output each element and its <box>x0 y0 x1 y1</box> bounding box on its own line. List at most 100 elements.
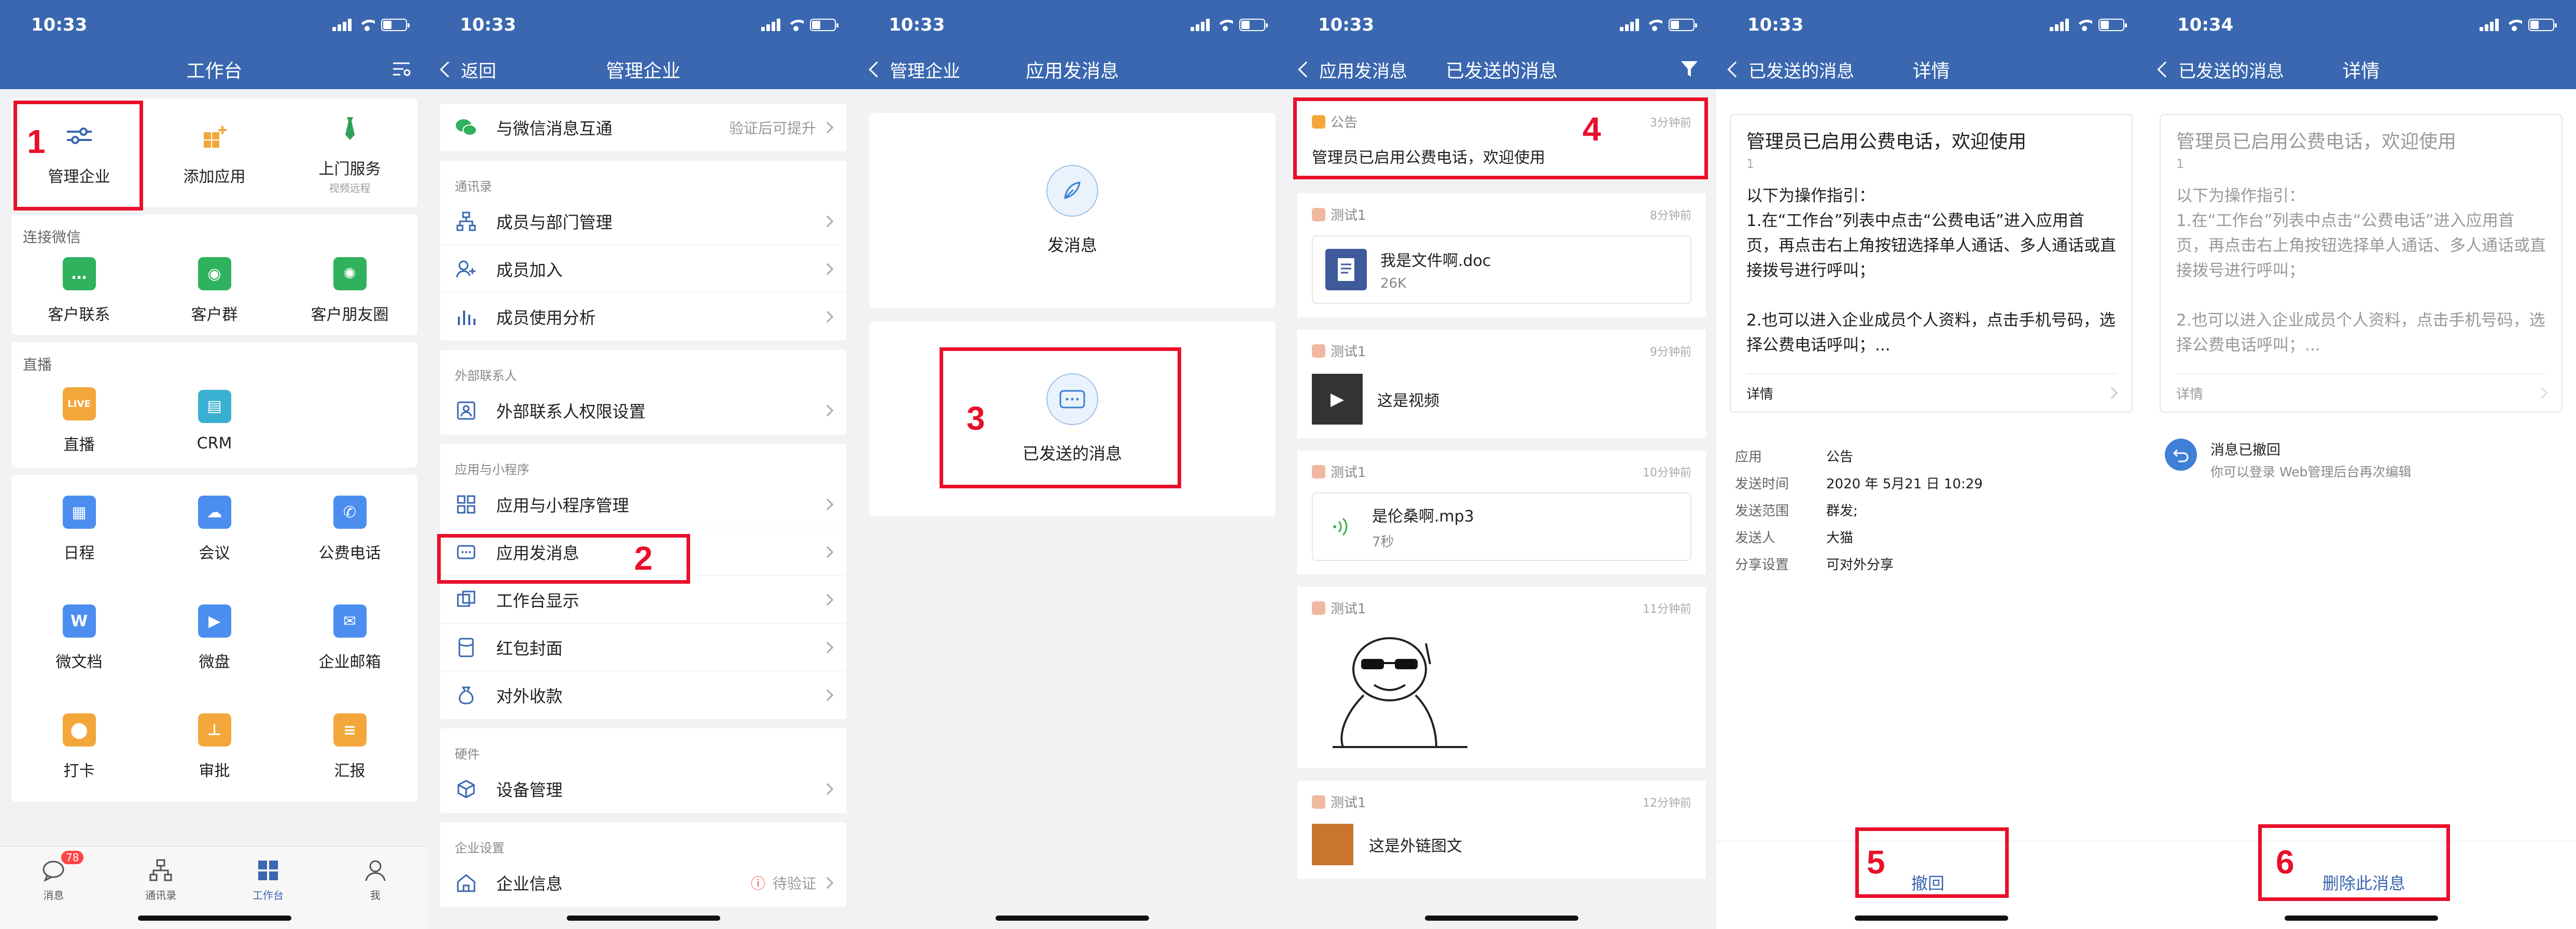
message-card: 管理员已启用公费电话，欢迎使用 1 以下为操作指引： 1.在“工作台”列表中点击… <box>2160 114 2563 413</box>
meeting-button[interactable]: ☁ 会议 <box>147 475 282 584</box>
message-info: 应用 公告 发送时间 2020 年 5月21 日 10:29 发送范围 群发; 发送人… <box>1716 444 2146 579</box>
public-phone-button[interactable]: ✆ 公费电话 <box>282 475 417 584</box>
header: 10:33 应用发消息 已发送的消息 <box>1287 0 1716 89</box>
group-icon: ◉ <box>198 257 231 290</box>
message-body: 以下为操作指引： 1.在“工作台”列表中点击“公费电话”进入应用首页，再点击右上… <box>1746 187 2116 355</box>
filter-icon[interactable] <box>1680 60 1699 82</box>
audio-attachment[interactable]: 是伦桑啊.mp3 7秒 <box>1312 492 1691 561</box>
back-button[interactable]: 返回 <box>440 57 496 82</box>
app-icon <box>1312 601 1325 615</box>
home-indicator <box>566 916 720 921</box>
report-button[interactable]: ≡ 汇报 <box>282 693 417 801</box>
wifi-icon <box>2077 19 2092 31</box>
app-management-row[interactable]: 应用与小程序管理 <box>440 481 846 528</box>
step-number: 3 <box>967 400 985 437</box>
onsite-service-button[interactable]: 上门服务 视频远程 <box>282 98 417 207</box>
weidisk-button[interactable]: ▶ 微盘 <box>147 584 282 693</box>
live-button[interactable]: LIVE 直播 <box>11 374 147 468</box>
settings-icon[interactable] <box>391 60 411 82</box>
enterprise-info-row[interactable]: 企业信息 ⓘ 待验证 <box>440 859 846 907</box>
app-label: 公费电话 <box>318 544 381 562</box>
phone-icon: ✆ <box>333 496 367 529</box>
detail-link[interactable]: 详情 <box>1746 373 2118 412</box>
home-indicator <box>1425 916 1578 921</box>
tab-me[interactable]: 我 <box>321 847 429 929</box>
customer-group-button[interactable]: ◉ 客户群 <box>147 247 282 335</box>
red-packet-cover-row[interactable]: 红包封面 <box>440 624 846 671</box>
back-button[interactable]: 已发送的消息 <box>2157 57 2284 82</box>
send-message-button[interactable]: 发消息 <box>869 113 1276 308</box>
checkin-button[interactable]: ⬤ 打卡 <box>11 693 147 801</box>
member-join-row[interactable]: 成员加入 <box>440 245 846 293</box>
page-title: 详情 <box>2342 61 2380 82</box>
wifi-icon <box>2507 19 2522 31</box>
chevron-right-icon <box>821 404 834 417</box>
screen-message-detail: 10:33 已发送的消息 详情 管理员已启用公费电话，欢迎使用 1 以下为操作指… <box>1716 0 2146 929</box>
message-item[interactable]: 测试1 10分钟前 是伦桑啊.mp3 7秒 <box>1297 451 1706 574</box>
tab-messages[interactable]: 消息 78 <box>0 847 107 929</box>
info-value: 大猫 <box>1826 530 1854 546</box>
wedoc-button[interactable]: W 微文档 <box>11 584 147 693</box>
back-button[interactable]: 管理企业 <box>869 57 960 82</box>
external-permission-row[interactable]: 外部联系人权限设置 <box>440 387 846 434</box>
battery-icon <box>381 19 410 31</box>
status-time: 10:33 <box>1747 15 1804 35</box>
info-key: 发送范围 <box>1735 503 1789 519</box>
back-button[interactable]: 应用发消息 <box>1298 57 1407 82</box>
external-payment-row[interactable]: 对外收款 <box>440 671 846 719</box>
member-usage-row[interactable]: 成员使用分析 <box>440 293 846 341</box>
feather-icon <box>1046 165 1098 217</box>
mail-button[interactable]: ✉ 企业邮箱 <box>282 584 417 693</box>
message-item[interactable]: 测试1 8分钟前 我是文件啊.doc 26K <box>1297 193 1706 317</box>
approval-button[interactable]: ⊥ 审批 <box>147 693 282 801</box>
message-item[interactable]: 测试1 9分钟前 ▶ 这是视频 <box>1297 330 1706 438</box>
person-icon <box>363 858 388 883</box>
tab-label: 我 <box>370 889 381 902</box>
app-label: 企业邮箱 <box>318 653 381 671</box>
sticker-image[interactable] <box>1312 628 1691 765</box>
add-person-icon <box>455 258 478 280</box>
customer-contact-button[interactable]: … 客户联系 <box>11 247 147 335</box>
file-name: 是伦桑啊.mp3 <box>1372 507 1474 526</box>
back-label: 已发送的消息 <box>2178 61 2284 82</box>
chevron-right-icon <box>821 783 834 795</box>
wifi-icon <box>1647 19 1662 31</box>
device-management-row[interactable]: 设备管理 <box>440 765 846 813</box>
back-button[interactable]: 已发送的消息 <box>1727 57 1854 82</box>
battery-icon <box>1239 19 1268 31</box>
wechat-interop-row[interactable]: 与微信消息互通 验证后可提升 <box>440 104 846 151</box>
header: 10:33 返回 管理企业 <box>429 0 858 89</box>
app-label: 汇报 <box>334 762 366 780</box>
play-icon: ▶ <box>1330 389 1345 410</box>
add-app-button[interactable]: 添加应用 <box>147 98 282 207</box>
file-size: 26K <box>1380 276 1407 291</box>
battery-icon <box>2528 19 2557 31</box>
message-item[interactable]: 测试1 11分钟前 <box>1297 587 1706 768</box>
page-title: 应用发消息 <box>1025 61 1119 82</box>
message-card[interactable]: 管理员已启用公费电话，欢迎使用 1 以下为操作指引： 1.在“工作台”列表中点击… <box>1730 114 2133 413</box>
file-attachment[interactable]: 我是文件啊.doc 26K <box>1312 235 1691 304</box>
moments-button[interactable]: ✺ 客户朋友圈 <box>282 247 417 335</box>
message-item[interactable]: 测试1 12分钟前 这是外链图文 <box>1297 781 1706 879</box>
app-icon <box>1312 795 1325 809</box>
row-label: 与微信消息互通 <box>496 119 613 138</box>
crm-button[interactable]: ▤ CRM <box>147 374 282 468</box>
external-contacts-group: 外部联系人 外部联系人权限设置 <box>440 350 846 434</box>
cube-icon <box>455 778 478 800</box>
home-indicator <box>996 916 1149 921</box>
wechat-section: 连接微信 … 客户联系 ◉ 客户群 ✺ 客户朋友圈 <box>11 215 417 335</box>
members-departments-row[interactable]: 成员与部门管理 <box>440 198 846 245</box>
status-time: 10:33 <box>1318 15 1375 35</box>
message-time: 12分钟前 <box>1643 796 1691 810</box>
wifi-icon <box>359 19 375 31</box>
video-thumbnail[interactable]: ▶ <box>1312 374 1363 425</box>
screen-manage-enterprise: 10:33 返回 管理企业 与微信消息互通 验证后可提升 通讯录 成员与部门管理… <box>429 0 858 929</box>
add-app-icon <box>198 119 231 152</box>
app-label: 微盘 <box>199 653 230 671</box>
bar-chart-icon <box>455 305 478 328</box>
enterprise-settings-group: 企业设置 企业信息 ⓘ 待验证 <box>440 822 846 907</box>
page-title: 管理企业 <box>606 61 681 82</box>
calendar-button[interactable]: ▦ 日程 <box>11 475 147 584</box>
status-time: 10:33 <box>889 15 945 35</box>
tab-label: 消息 <box>43 889 64 902</box>
